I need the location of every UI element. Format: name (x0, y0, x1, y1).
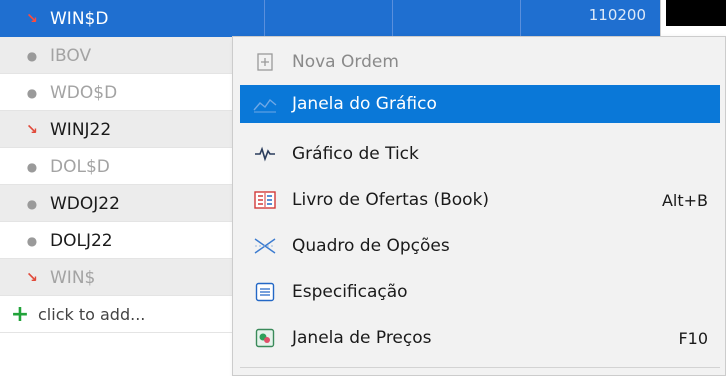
order-book-icon (252, 187, 278, 213)
symbol-cell[interactable]: ● IBOV (0, 37, 265, 74)
symbol-label: WDO$D (50, 82, 118, 103)
price-value: 110200 (588, 6, 646, 24)
dot-icon: ● (26, 233, 38, 248)
bid-cell (265, 0, 393, 37)
menu-item-label: Especificação (292, 282, 408, 302)
dot-icon: ● (26, 159, 38, 174)
symbol-label: DOL$D (50, 156, 110, 177)
menu-item-label: Janela do Gráfico (292, 94, 437, 114)
options-board-icon (252, 233, 278, 259)
terminal-window: ↘ WIN$D 110200 ● IBOV ● WDO$D ↘ WINJ22 ●… (0, 0, 726, 376)
menu-item-nova-ordem[interactable]: Nova Ordem (240, 43, 720, 81)
menu-item-shortcut: F10 (678, 328, 708, 348)
dot-icon: ● (26, 48, 38, 63)
menu-item-label: Quadro de Opções (292, 236, 450, 256)
last-cell: 110200 (521, 0, 660, 37)
symbol-cell[interactable]: ● WDO$D (0, 74, 265, 111)
symbol-label: WINJ22 (50, 119, 112, 140)
symbol-cell[interactable]: ↘ WIN$ (0, 259, 265, 296)
arrow-down-icon: ↘ (26, 10, 38, 27)
menu-item-label: Janela de Preços (292, 328, 432, 348)
dot-icon: ● (26, 196, 38, 211)
menu-item-grafico-de-tick[interactable]: Gráfico de Tick (240, 135, 720, 173)
new-order-icon (252, 49, 278, 75)
dot-icon: ● (26, 85, 38, 100)
symbol-cell[interactable]: ● WDOJ22 (0, 185, 265, 222)
symbol-label: WIN$ (50, 267, 96, 288)
symbol-cell[interactable]: ● DOL$D (0, 148, 265, 185)
add-symbol-label: click to add... (38, 305, 146, 324)
arrow-down-icon: ↘ (26, 121, 38, 138)
menu-item-janela-do-grafico[interactable]: Janela do Gráfico (240, 85, 720, 123)
arrow-down-icon: ↘ (26, 269, 38, 286)
symbol-label: IBOV (50, 45, 92, 66)
table-row[interactable]: ↘ WIN$D 110200 (0, 0, 660, 37)
menu-item-livro-de-ofertas[interactable]: Livro de Ofertas (Book) Alt+B (240, 181, 720, 219)
menu-separator (240, 367, 720, 368)
symbol-label: DOLJ22 (50, 230, 113, 251)
symbol-label: WDOJ22 (50, 193, 120, 214)
menu-item-quadro-de-opcoes[interactable]: Quadro de Opções (240, 227, 720, 265)
symbol-cell[interactable]: ● DOLJ22 (0, 222, 265, 259)
menu-item-shortcut: Alt+B (661, 190, 708, 210)
symbol-cell[interactable]: ↘ WINJ22 (0, 111, 265, 148)
specification-icon (252, 279, 278, 305)
menu-item-label: Nova Ordem (292, 52, 399, 72)
chart-area (666, 0, 726, 26)
symbol-cell[interactable]: ↘ WIN$D (0, 0, 265, 37)
menu-item-label: Gráfico de Tick (292, 144, 419, 164)
menu-item-janela-de-precos[interactable]: Janela de Preços F10 (240, 319, 720, 357)
context-menu: Nova Ordem Janela do Gráfico Gráfico de … (232, 36, 726, 376)
menu-item-label: Livro de Ofertas (Book) (292, 190, 490, 210)
add-symbol-cell[interactable]: + click to add... (0, 296, 265, 333)
plus-icon: + (10, 302, 30, 327)
chart-window-icon (252, 91, 278, 117)
symbol-label: WIN$D (50, 8, 109, 29)
price-window-icon (252, 325, 278, 351)
tick-chart-icon (252, 141, 278, 167)
ask-cell (393, 0, 521, 37)
menu-item-especificacao[interactable]: Especificação (240, 273, 720, 311)
